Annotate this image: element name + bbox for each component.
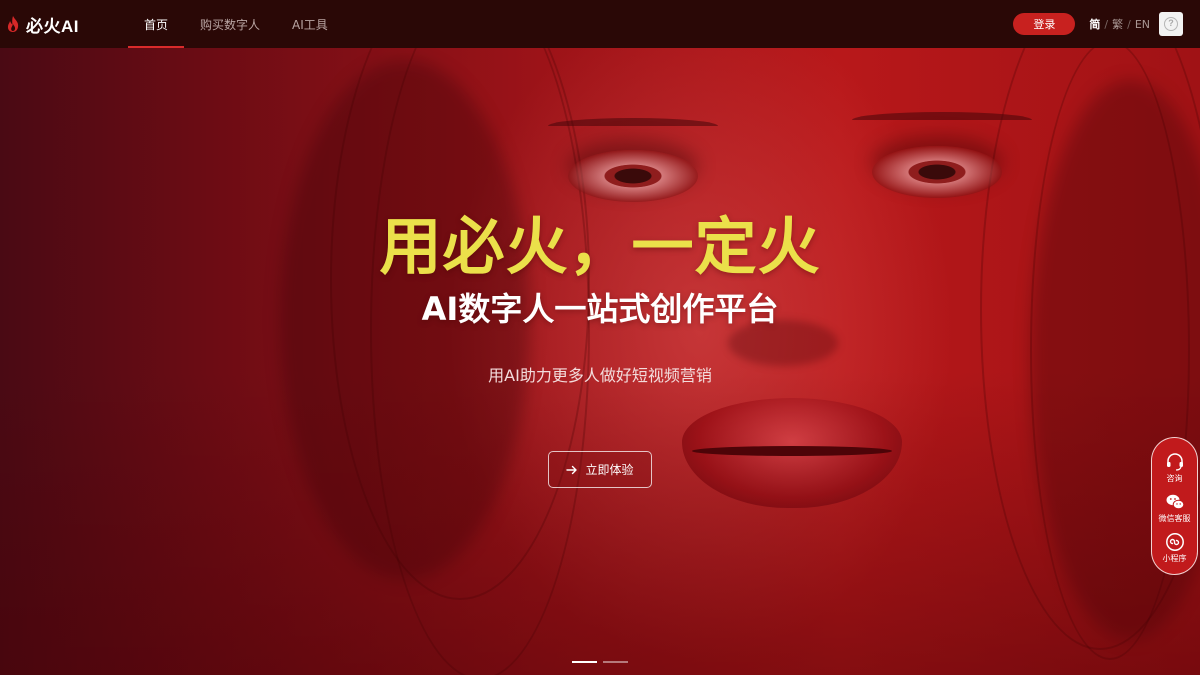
user-avatar[interactable]: ? (1159, 12, 1183, 36)
vignette (0, 0, 1200, 675)
flame-icon (7, 16, 19, 32)
carousel-dot[interactable] (572, 661, 597, 663)
lang-separator: / (1127, 17, 1131, 31)
floating-service-bar: 咨询 微信客服 小程序 (1151, 437, 1198, 575)
mini-program-icon (1165, 533, 1184, 551)
float-label-consult: 咨询 (1166, 474, 1183, 483)
float-item-mini-program[interactable]: 小程序 (1163, 532, 1187, 564)
nav-links: 首页 购买数字人 AI工具 (128, 0, 344, 48)
arrow-right-icon (566, 465, 578, 474)
lang-separator: / (1104, 17, 1109, 31)
float-item-consult[interactable]: 咨询 (1165, 452, 1185, 484)
brand-logo[interactable]: 必火AI (6, 12, 128, 37)
float-item-wechat-service[interactable]: 微信客服 (1159, 492, 1191, 524)
try-now-label: 立即体验 (585, 463, 634, 477)
nav-link-ai-tools[interactable]: AI工具 (276, 0, 344, 48)
hero-tagline: 用AI助力更多人做好短视频营销 (488, 366, 712, 385)
nav-link-buy-digital-human[interactable]: 购买数字人 (184, 0, 276, 48)
hero-headline: 用必火，一定火 (379, 210, 821, 283)
try-now-button[interactable]: 立即体验 (548, 451, 652, 488)
lang-english[interactable]: EN (1135, 18, 1150, 31)
nav-right: 登录 简 / 繁 / EN ? (1013, 0, 1183, 48)
float-label-wechat-service: 微信客服 (1158, 514, 1191, 523)
carousel-indicators (572, 661, 628, 663)
lang-simplified[interactable]: 简 (1089, 16, 1100, 32)
lang-traditional[interactable]: 繁 (1112, 16, 1123, 32)
carousel-dot[interactable] (603, 661, 628, 663)
language-switcher: 简 / 繁 / EN (1089, 16, 1150, 32)
brand-name: 必火AI (26, 16, 79, 36)
wechat-icon (1166, 494, 1184, 510)
headset-icon (1166, 453, 1183, 471)
hero-subheadline: AI数字人一站式创作平台 (421, 290, 779, 328)
top-nav: 必火AI 首页 购买数字人 AI工具 登录 简 / 繁 / EN ? (0, 0, 1200, 48)
login-button[interactable]: 登录 (1013, 13, 1076, 35)
nav-link-home[interactable]: 首页 (128, 0, 185, 48)
help-icon: ? (1164, 17, 1178, 31)
float-label-mini-program: 小程序 (1162, 554, 1187, 563)
hero-background (0, 0, 1200, 675)
